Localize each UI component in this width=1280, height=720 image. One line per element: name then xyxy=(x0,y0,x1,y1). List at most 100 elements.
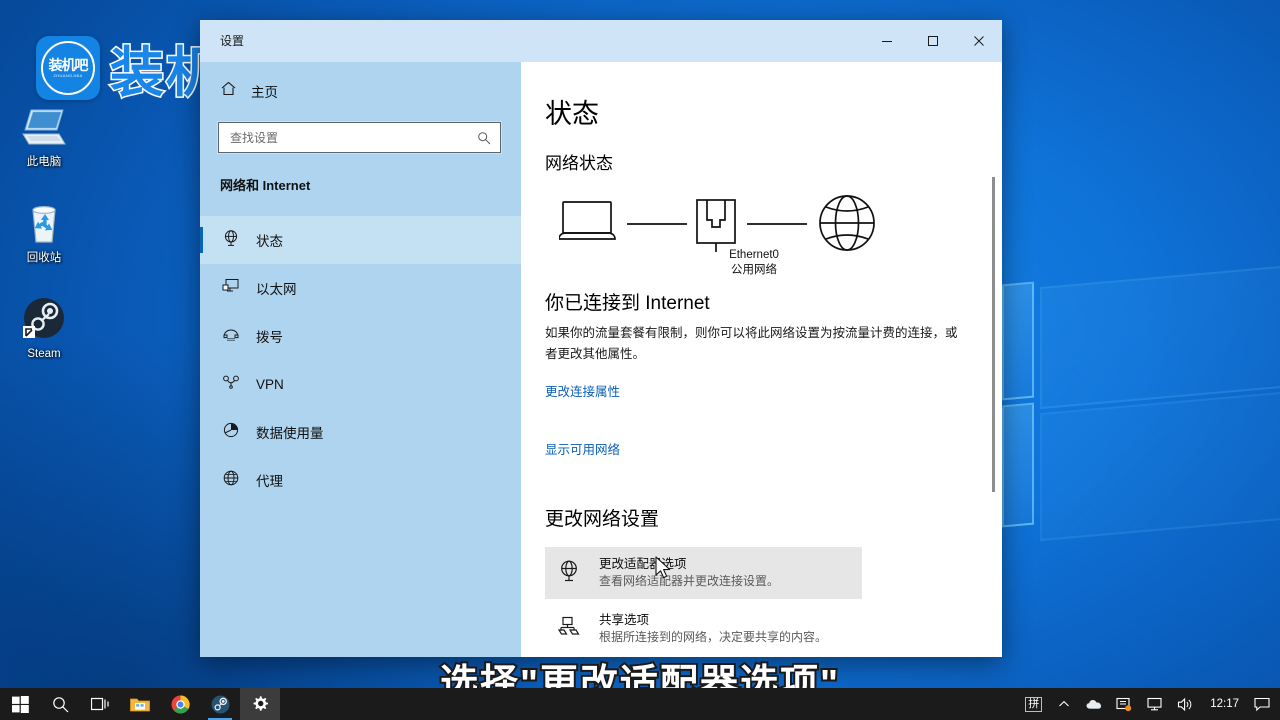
system-tray: 拼 12:17 xyxy=(1018,688,1280,720)
sidebar-item-proxy[interactable]: 代理 xyxy=(200,456,521,504)
tray-network-button[interactable] xyxy=(1139,688,1170,720)
link-show-available-networks[interactable]: 显示可用网络 xyxy=(545,439,620,458)
taskbar-chrome-button[interactable] xyxy=(160,688,200,720)
setting-title: 共享选项 xyxy=(599,612,827,629)
sidebar-item-label: 拨号 xyxy=(256,326,283,346)
desktop-icon-label: 此电脑 xyxy=(2,155,86,169)
taskbar: 拼 12:17 xyxy=(0,688,1280,720)
setting-text: 更改适配器选项 查看网络适配器并更改连接设置。 xyxy=(599,556,779,590)
recycle-bin-icon xyxy=(2,200,86,246)
sidebar-nav-list: 状态 以太网 xyxy=(200,216,521,504)
desktop-icon-this-pc[interactable]: 此电脑 xyxy=(2,104,86,169)
taskbar-search-button[interactable] xyxy=(40,688,80,720)
sidebar-item-label: 状态 xyxy=(256,230,283,250)
globe-icon xyxy=(820,196,874,250)
steam-icon xyxy=(2,296,86,342)
search-box[interactable] xyxy=(218,122,501,153)
window-titlebar[interactable]: 设置 xyxy=(200,20,1002,62)
network-diagram-graphic xyxy=(559,192,879,252)
sidebar-item-dialup[interactable]: 拨号 xyxy=(200,312,521,360)
window-controls xyxy=(864,20,1002,62)
ethernet-port-icon xyxy=(697,200,735,252)
maximize-button[interactable] xyxy=(910,20,956,62)
sharing-options-icon xyxy=(557,615,581,644)
settings-content: 状态 网络状态 xyxy=(521,62,1002,657)
minimize-icon xyxy=(881,35,893,47)
content-scrollbar[interactable] xyxy=(988,62,1000,657)
desktop-icon-recycle-bin[interactable]: 回收站 xyxy=(2,200,86,265)
ethernet-icon xyxy=(222,277,240,300)
network-status-heading: 网络状态 xyxy=(545,149,1002,174)
settings-window: 设置 xyxy=(200,20,1002,657)
watermark-badge-sub: ZHUANGJIBA xyxy=(53,73,82,78)
close-button[interactable] xyxy=(956,20,1002,62)
sidebar-item-data-usage[interactable]: 数据使用量 xyxy=(200,408,521,456)
taskbar-start-button[interactable] xyxy=(0,688,40,720)
sidebar-item-home[interactable]: 主页 xyxy=(200,62,521,108)
proxy-icon xyxy=(222,469,240,492)
task-view-icon xyxy=(91,696,110,713)
chrome-icon xyxy=(171,695,190,714)
scrollbar-thumb[interactable] xyxy=(992,177,995,492)
notification-icon xyxy=(1254,697,1270,712)
tray-volume-button[interactable] xyxy=(1170,688,1201,720)
dialup-icon xyxy=(222,325,240,348)
tray-overflow-button[interactable] xyxy=(1049,688,1079,720)
folder-icon xyxy=(130,696,150,713)
sidebar-category-label: 网络和 Internet xyxy=(220,175,521,194)
adapter-network: 公用网络 xyxy=(684,263,824,278)
watermark-badge-text: 装机吧 xyxy=(49,58,88,73)
taskbar-settings-button[interactable] xyxy=(240,688,280,720)
link-change-connection-properties[interactable]: 更改连接属性 xyxy=(545,381,620,400)
sidebar-item-ethernet[interactable]: 以太网 xyxy=(200,264,521,312)
network-diagram: Ethernet0 公用网络 xyxy=(559,192,1002,284)
sidebar-item-label: VPN xyxy=(256,377,284,392)
tray-security-button[interactable] xyxy=(1109,688,1139,720)
close-icon xyxy=(973,35,985,47)
vpn-icon xyxy=(222,373,240,396)
tray-onedrive-button[interactable] xyxy=(1079,688,1109,720)
steam-icon xyxy=(211,695,230,714)
window-body: 主页 网络和 Internet xyxy=(200,62,1002,657)
wallpaper-pane xyxy=(1040,265,1280,409)
sidebar-item-vpn[interactable]: VPN xyxy=(200,360,521,408)
setting-subtitle: 根据所连接到的网络，决定要共享的内容。 xyxy=(599,629,827,646)
tray-clock[interactable]: 12:17 xyxy=(1201,688,1248,720)
setting-text: 共享选项 根据所连接到的网络，决定要共享的内容。 xyxy=(599,612,827,646)
connected-heading: 你已连接到 Internet xyxy=(545,288,1002,315)
tray-notifications-button[interactable] xyxy=(1248,688,1280,720)
taskbar-steam-button[interactable] xyxy=(200,688,240,720)
taskbar-file-explorer-button[interactable] xyxy=(120,688,160,720)
data-usage-icon xyxy=(222,421,240,444)
taskbar-task-view-button[interactable] xyxy=(80,688,120,720)
connected-description: 如果你的流量套餐有限制，则你可以将此网络设置为按流量计费的连接，或者更改其他属性… xyxy=(545,323,960,365)
setting-subtitle: 查看网络适配器并更改连接设置。 xyxy=(599,573,779,590)
windows-logo-icon xyxy=(12,696,29,713)
setting-sharing-options[interactable]: 共享选项 根据所连接到的网络，决定要共享的内容。 xyxy=(545,603,862,655)
network-icon xyxy=(1146,697,1163,712)
ime-label: 拼 xyxy=(1025,697,1042,712)
defender-icon xyxy=(1116,697,1132,712)
setting-change-adapter-options[interactable]: 更改适配器选项 查看网络适配器并更改连接设置。 xyxy=(545,547,862,599)
laptop-icon xyxy=(559,202,615,239)
sidebar-home-label: 主页 xyxy=(251,81,278,101)
sidebar-item-status[interactable]: 状态 xyxy=(200,216,521,264)
change-network-settings-heading: 更改网络设置 xyxy=(545,504,1002,531)
desktop-icon-steam[interactable]: Steam xyxy=(2,296,86,361)
search-input[interactable] xyxy=(228,124,477,151)
search-icon xyxy=(52,696,69,713)
window-title: 设置 xyxy=(220,32,244,49)
adapter-options-icon xyxy=(557,559,581,588)
minimize-button[interactable] xyxy=(864,20,910,62)
desktop-icon-label: Steam xyxy=(2,347,86,361)
adapter-name: Ethernet0 xyxy=(684,248,824,263)
maximize-icon xyxy=(927,35,939,47)
home-icon xyxy=(220,80,237,102)
diagram-adapter-label: Ethernet0 公用网络 xyxy=(684,248,824,278)
cloud-icon xyxy=(1086,698,1102,711)
wallpaper-pane xyxy=(1002,403,1034,528)
search-icon[interactable] xyxy=(477,131,491,145)
tray-ime-indicator[interactable]: 拼 xyxy=(1018,688,1049,720)
watermark-badge-icon: 装机吧 ZHUANGJIBA xyxy=(36,36,100,100)
page-title: 状态 xyxy=(545,92,1002,131)
